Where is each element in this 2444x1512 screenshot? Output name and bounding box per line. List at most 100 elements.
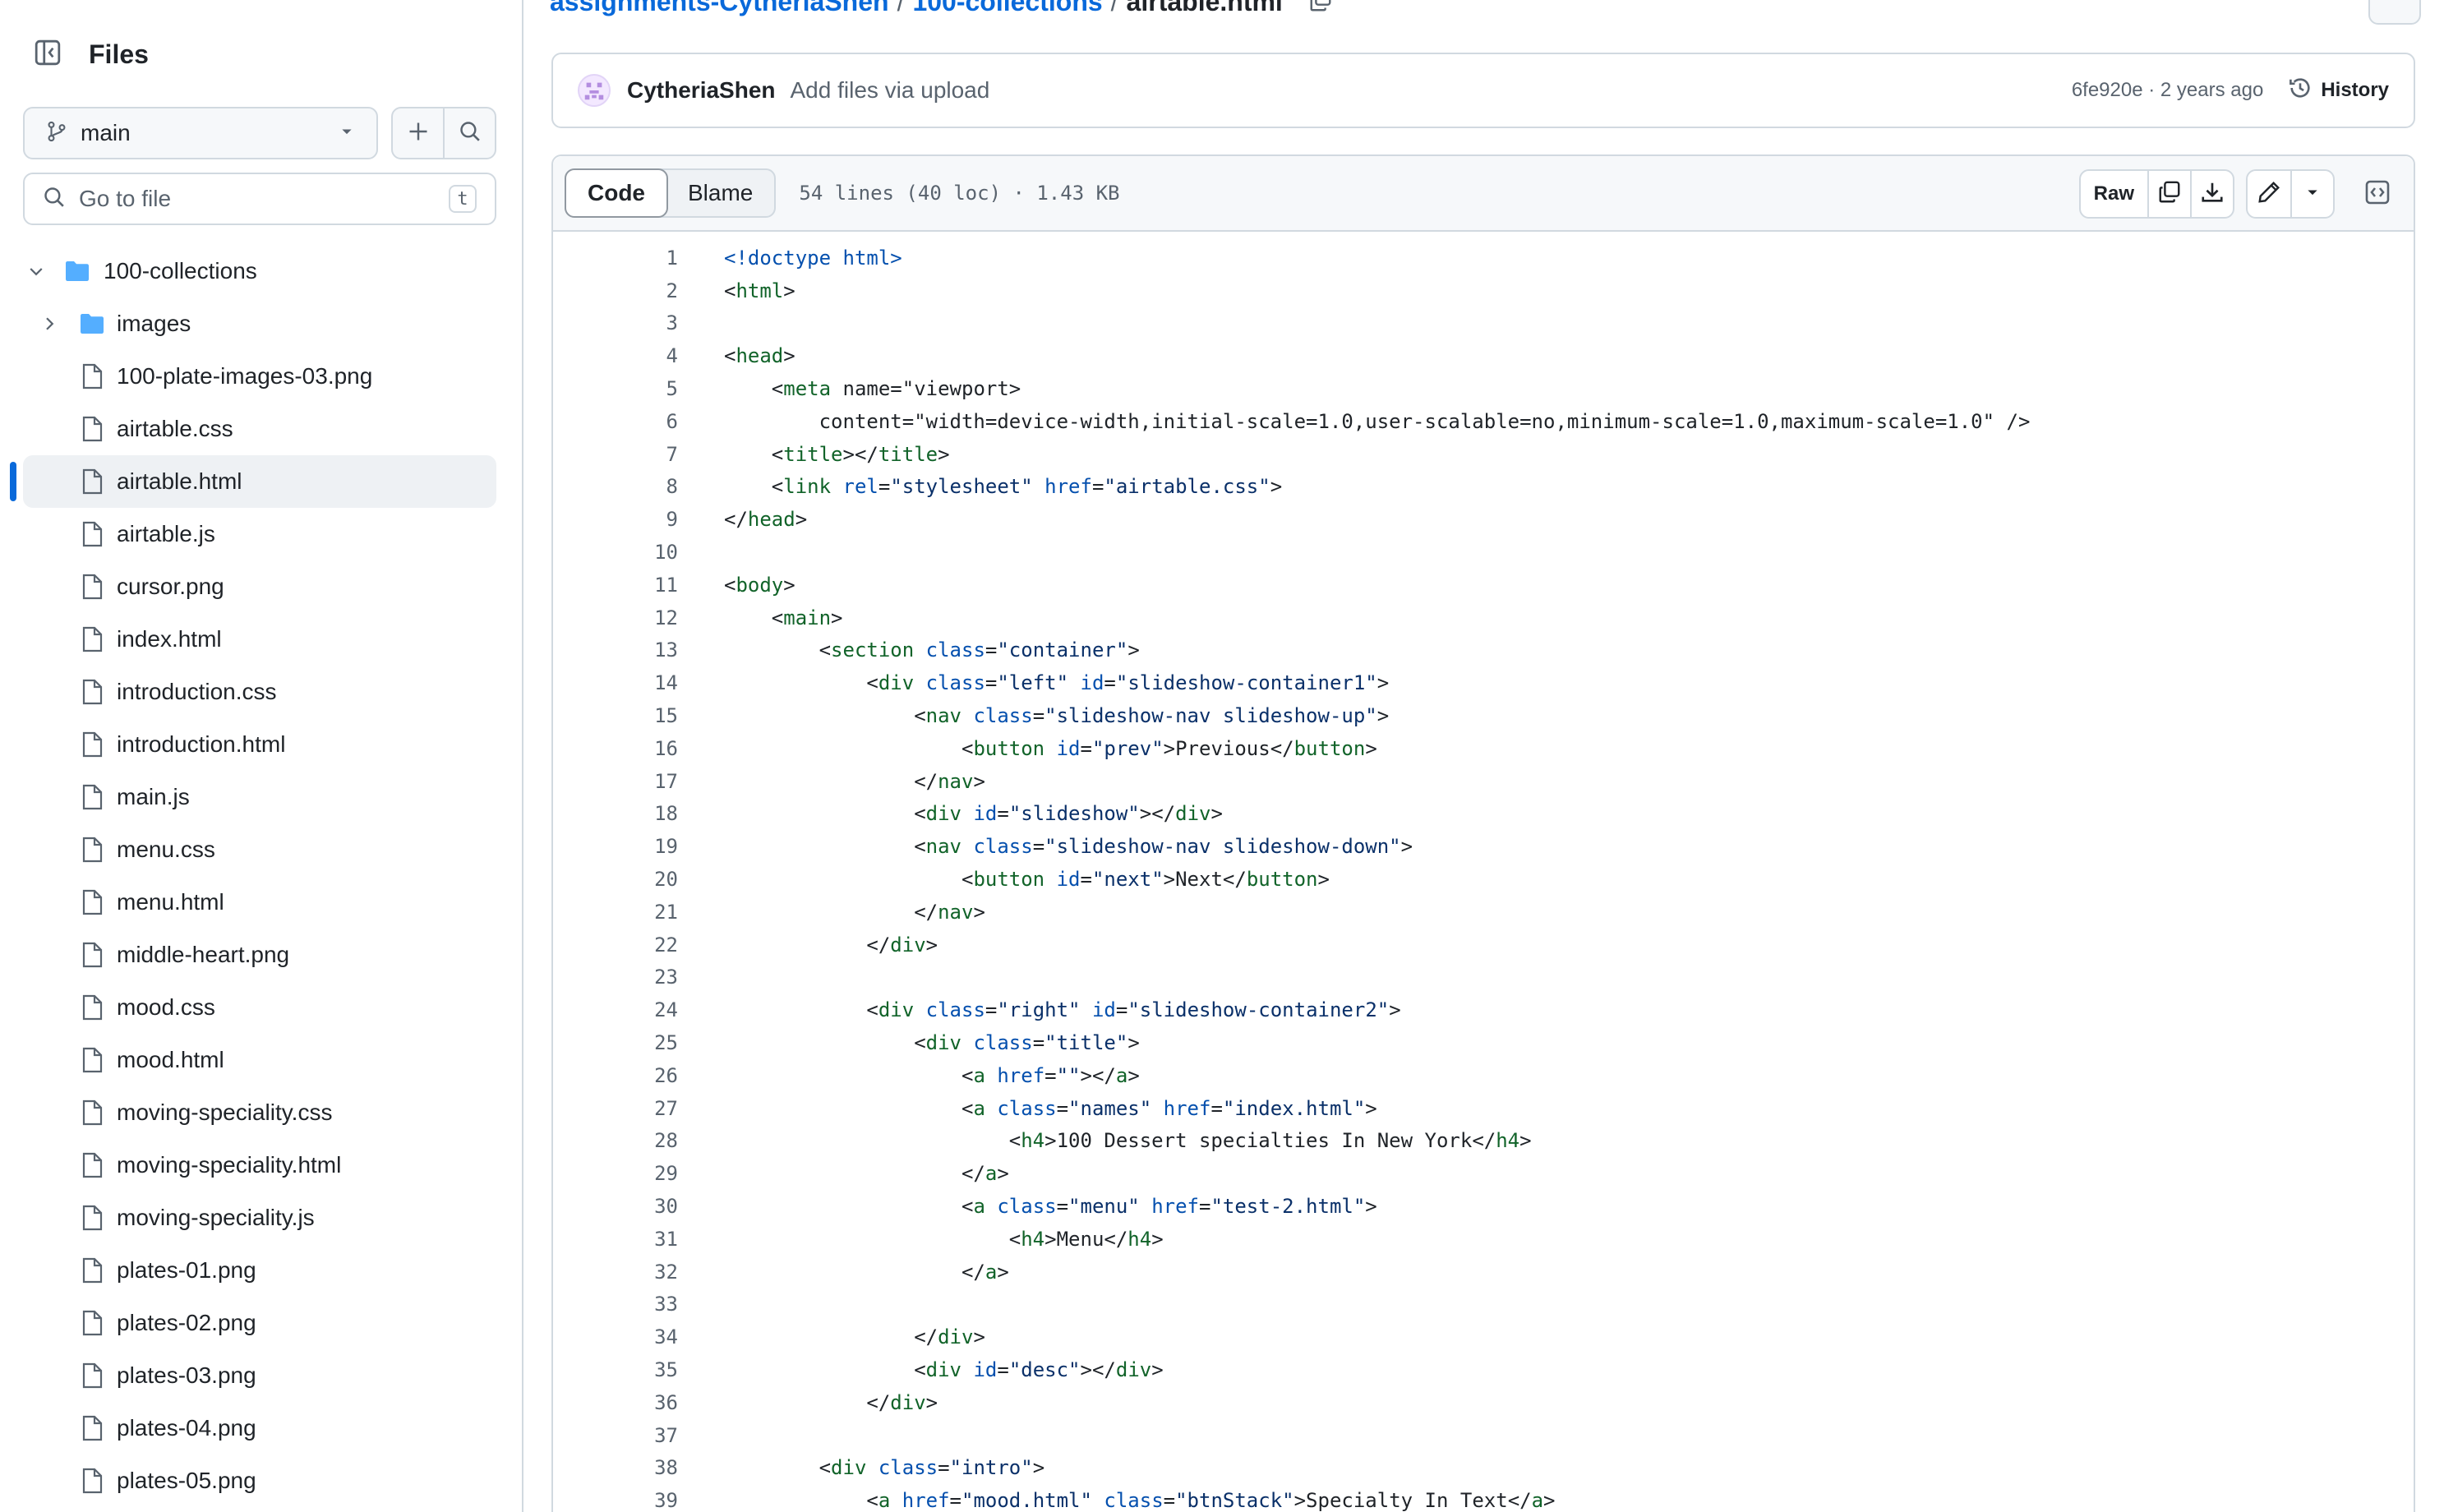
line-number[interactable]: 2 [553,279,678,302]
go-to-file-field[interactable]: t [23,173,496,225]
breadcrumb-repo-link[interactable]: assignments-CytheriaShen [550,0,889,16]
line-number[interactable]: 13 [553,638,678,662]
line-number[interactable]: 24 [553,998,678,1021]
tree-file-item[interactable]: cursor.png [0,560,522,613]
line-number[interactable]: 11 [553,574,678,597]
tree-file-item[interactable]: introduction.css [0,666,522,718]
line-number[interactable]: 33 [553,1293,678,1316]
tab-blame[interactable]: Blame [666,170,774,216]
avatar[interactable] [578,74,611,107]
line-number[interactable]: 3 [553,311,678,334]
history-button[interactable]: History [2288,76,2389,106]
copy-raw-button[interactable] [2147,171,2190,217]
line-number[interactable]: 16 [553,737,678,760]
line-number[interactable]: 37 [553,1424,678,1447]
tree-file-item[interactable]: 100-plate-images-03.png [0,350,522,403]
tree-file-item[interactable]: mood.css [0,981,522,1034]
line-content: </a> [724,1162,1009,1186]
line-content: </div> [724,1325,985,1349]
line-number[interactable]: 28 [553,1129,678,1152]
latest-commit-bar: CytheriaShen Add files via upload 6fe920… [551,53,2415,128]
commit-author-link[interactable]: CytheriaShen [627,77,776,104]
line-number[interactable]: 34 [553,1325,678,1348]
tree-file-item[interactable]: plates-03.png [0,1349,522,1402]
go-to-file-input[interactable] [79,186,449,212]
tree-file-item[interactable]: main.js [0,771,522,823]
raw-button[interactable]: Raw [2081,171,2147,217]
line-number[interactable]: 19 [553,835,678,858]
line-number[interactable]: 12 [553,606,678,629]
line-number[interactable]: 5 [553,377,678,400]
line-number[interactable]: 14 [553,671,678,694]
line-number[interactable]: 25 [553,1031,678,1054]
line-number[interactable]: 26 [553,1064,678,1087]
code-line: 17 </nav> [553,765,2414,798]
tree-file-item[interactable]: middle-heart.png [0,929,522,981]
copy-path-button[interactable] [1308,0,1333,20]
add-file-button[interactable] [393,108,443,158]
tree-file-item[interactable]: menu.css [0,823,522,876]
line-number[interactable]: 32 [553,1261,678,1284]
more-options-button[interactable] [2368,0,2421,25]
tab-code[interactable]: Code [565,168,668,218]
edit-options-dropdown[interactable] [2290,171,2333,217]
line-number[interactable]: 39 [553,1489,678,1512]
tree-file-item[interactable]: index.html [0,613,522,666]
line-number[interactable]: 29 [553,1162,678,1185]
line-number[interactable]: 21 [553,901,678,924]
line-content: <button id="prev">Previous</button> [724,736,1377,760]
tree-file-item[interactable]: introduction.html [0,718,522,771]
search-files-button[interactable] [443,108,495,158]
line-number[interactable]: 8 [553,475,678,498]
tree-file-item[interactable]: plates-02.png [0,1297,522,1349]
line-number[interactable]: 22 [553,933,678,957]
tree-file-item[interactable]: airtable.js [0,508,522,560]
chevron-right-icon[interactable] [38,312,61,335]
tree-file-item[interactable]: mood.html [0,1034,522,1086]
chevron-down-icon[interactable] [25,260,48,283]
tree-folder-item[interactable]: images [0,297,522,350]
commit-message-link[interactable]: Add files via upload [791,77,2072,104]
symbols-panel-button[interactable] [2353,169,2402,219]
line-number[interactable]: 6 [553,410,678,433]
tree-file-item[interactable]: plates-05.png [0,1454,522,1507]
line-number[interactable]: 4 [553,344,678,367]
line-number[interactable]: 23 [553,966,678,989]
line-number[interactable]: 36 [553,1391,678,1414]
download-button[interactable] [2190,171,2233,217]
code-line: 5 <meta name="viewport> [553,372,2414,405]
tree-file-item[interactable]: airtable.css [0,403,522,455]
file-icon [79,362,105,391]
collapse-sidebar-button[interactable] [23,30,72,79]
tree-folder-item[interactable]: 100-collections [0,245,522,297]
line-number[interactable]: 35 [553,1358,678,1381]
line-number[interactable]: 7 [553,443,678,466]
line-content: </div> [724,1390,938,1414]
branch-selector[interactable]: main [23,107,378,159]
tree-file-item[interactable]: moving-speciality.css [0,1086,522,1139]
line-number[interactable]: 38 [553,1456,678,1479]
tree-file-item[interactable]: menu.html [0,876,522,929]
code-line: 34 </div> [553,1321,2414,1353]
tree-file-item[interactable]: moving-speciality.html [0,1139,522,1192]
tree-file-item[interactable]: plates-04.png [0,1402,522,1454]
line-number[interactable]: 30 [553,1195,678,1218]
line-number[interactable]: 27 [553,1097,678,1120]
tree-file-item[interactable]: plates-01.png [0,1244,522,1297]
line-number[interactable]: 15 [553,704,678,727]
line-number[interactable]: 18 [553,802,678,825]
line-number[interactable]: 1 [553,247,678,270]
file-icon [79,519,105,549]
line-number[interactable]: 17 [553,770,678,793]
line-number[interactable]: 20 [553,868,678,891]
tree-item-label: plates-03.png [117,1362,256,1388]
commit-sha-and-time[interactable]: 6fe920e · 2 years ago [2072,79,2264,102]
code-viewer[interactable]: 1 <!doctype html> 2 <html> 3 4 <head> 5 <meta n… [553,232,2414,1512]
breadcrumb-folder-link[interactable]: 100-collections [912,0,1102,16]
line-number[interactable]: 10 [553,541,678,564]
line-number[interactable]: 31 [553,1228,678,1251]
tree-file-item[interactable]: airtable.html [0,455,522,508]
line-number[interactable]: 9 [553,508,678,531]
tree-file-item[interactable]: moving-speciality.js [0,1192,522,1244]
edit-button[interactable] [2248,171,2290,217]
